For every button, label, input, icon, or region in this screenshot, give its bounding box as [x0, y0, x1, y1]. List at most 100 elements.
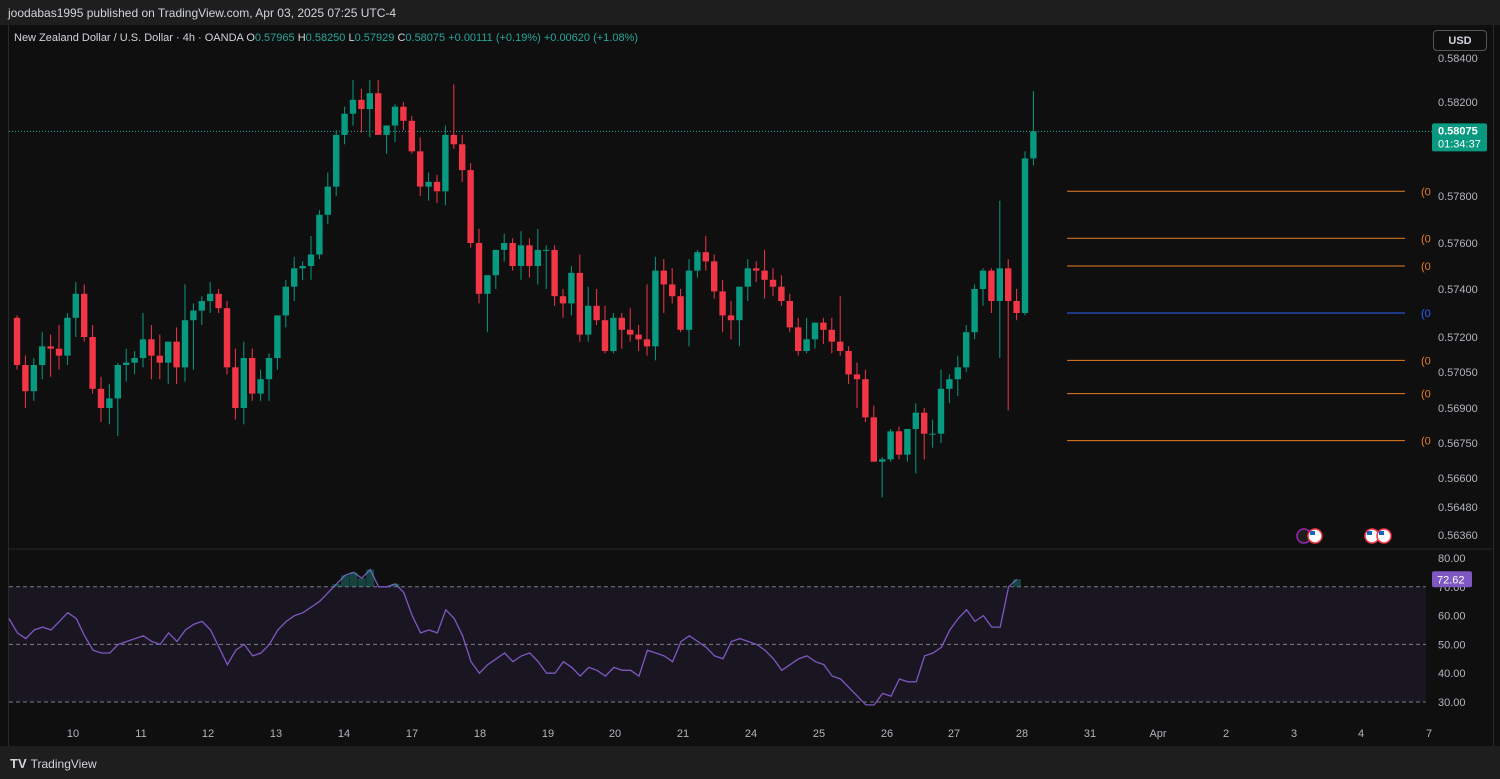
candle-body	[593, 305, 600, 321]
candle-body	[912, 412, 919, 429]
price-tick-label: 0.57200	[1438, 332, 1478, 344]
date-tick-label: 21	[677, 728, 689, 740]
candle	[694, 249, 701, 278]
price-tick-label: 0.57600	[1438, 238, 1478, 250]
candle-body	[1030, 131, 1037, 159]
candle-body	[551, 249, 558, 297]
event-flag-canton	[1367, 531, 1372, 535]
candle-body	[139, 339, 147, 358]
candle-body	[736, 286, 743, 321]
candle	[450, 84, 457, 149]
candle-body	[610, 317, 617, 351]
candle-body	[223, 308, 231, 368]
candle-body	[366, 93, 373, 110]
date-tick-label: 12	[202, 728, 214, 740]
candle-body	[39, 346, 46, 365]
economic-event-icon[interactable]	[1307, 528, 1323, 544]
candle-body	[996, 268, 1003, 301]
candle	[240, 341, 247, 425]
candle-body	[568, 272, 575, 304]
candle-body	[879, 459, 886, 462]
candle-body	[862, 379, 869, 418]
change-total-value: +0.00620 (+1.08%)	[543, 32, 639, 44]
candle	[711, 254, 718, 299]
candle	[786, 293, 793, 333]
candle-body	[811, 322, 819, 340]
candle-body	[123, 362, 130, 365]
date-tick-label: 26	[881, 728, 893, 740]
candle-body	[257, 379, 264, 394]
candle	[895, 426, 903, 460]
candle-body	[375, 93, 382, 135]
candle-body	[618, 317, 625, 330]
event-flag-canton	[1379, 531, 1384, 535]
candle-body	[534, 249, 541, 266]
bottom-bar: TV TradingView	[0, 746, 1500, 779]
chart-canvas[interactable]: (0 (0 (0 (0 (0 (0 (0 0.58400 0.58200 0.57800 0.57…	[0, 0, 1500, 779]
candle-body	[324, 186, 331, 215]
candle-body	[921, 412, 928, 434]
price-tick-label: 0.56750	[1438, 438, 1478, 450]
open-value: 0.57965	[254, 32, 295, 44]
candle	[769, 268, 777, 297]
candle-body	[761, 270, 768, 280]
economic-event-icon[interactable]	[1376, 528, 1392, 544]
candle-body	[1005, 268, 1012, 301]
candle-body	[425, 181, 432, 187]
rsi-tick-label: 30.00	[1438, 697, 1466, 709]
candle-body	[509, 243, 516, 266]
candle	[190, 303, 197, 370]
candle-body	[475, 243, 483, 294]
candle	[55, 325, 63, 370]
candle	[971, 284, 978, 340]
candle	[652, 256, 659, 361]
currency-button[interactable]: USD	[1433, 30, 1487, 51]
candle-body	[929, 433, 936, 435]
candle	[677, 289, 684, 333]
candle-body	[89, 337, 96, 389]
low-value: 0.57929	[354, 32, 395, 44]
candle-body	[55, 348, 63, 356]
fib-level-label: (0	[1421, 355, 1431, 367]
candle	[249, 348, 256, 401]
candle-body	[702, 252, 709, 262]
tradingview-logo-icon: TV	[10, 756, 27, 771]
date-tick-label: 24	[745, 728, 757, 740]
date-tick-label: 11	[135, 728, 146, 740]
price-badge-price: 0.58075	[1438, 125, 1478, 137]
candle-body	[72, 293, 79, 318]
candle-body	[47, 346, 54, 349]
candle	[64, 313, 71, 365]
candle	[912, 403, 919, 474]
candle-body	[417, 151, 424, 187]
candle-body	[383, 125, 390, 135]
rsi-tick-label: 60.00	[1438, 611, 1466, 623]
candle-body	[114, 365, 121, 399]
candle	[324, 172, 331, 225]
candle	[669, 268, 676, 304]
candle	[862, 369, 869, 422]
candle	[963, 325, 970, 372]
date-tick-label: 25	[813, 728, 825, 740]
candle-body	[769, 279, 777, 287]
price-tick-label: 0.56360	[1438, 530, 1478, 542]
candle-body	[971, 289, 978, 333]
candle	[156, 334, 163, 380]
candle	[148, 325, 155, 380]
candle	[870, 405, 877, 462]
candle-body	[652, 270, 659, 347]
candle-body	[198, 301, 205, 311]
open-key: O	[246, 32, 255, 44]
candle-body	[232, 367, 239, 408]
candle	[265, 353, 273, 401]
tradingview-brand[interactable]: TV TradingView	[10, 756, 97, 771]
candle-body	[131, 358, 138, 363]
candle	[1030, 91, 1037, 166]
candle-body	[13, 317, 21, 365]
candle	[333, 130, 340, 196]
candle-body	[450, 134, 457, 145]
candle	[509, 238, 516, 271]
candle-body	[786, 301, 793, 328]
rsi-tick-label: 80.00	[1438, 553, 1466, 565]
candle-body	[601, 320, 609, 351]
